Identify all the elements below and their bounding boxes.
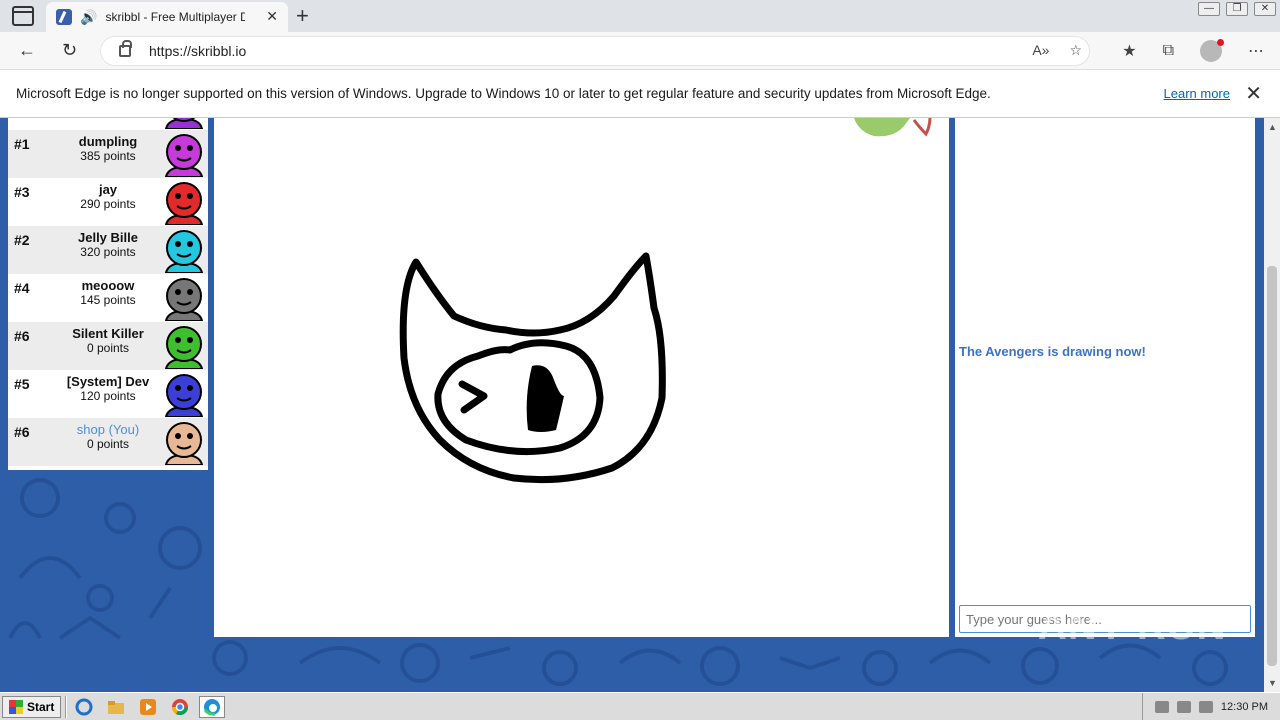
player-points: 0 points xyxy=(86,341,130,355)
watermark-logo: ANY RUN xyxy=(1038,604,1227,648)
volume-icon[interactable] xyxy=(1154,701,1169,713)
player-points: 145 points xyxy=(80,293,136,307)
player-points: 320 points xyxy=(80,245,136,259)
player-name: shop (You) xyxy=(76,422,140,437)
player-rank: #6 xyxy=(14,424,30,440)
tab-actions-icon[interactable] xyxy=(12,6,34,26)
player-row[interactable]: #2 Jelly Bille 320 points xyxy=(8,226,208,274)
explorer-folder-icon[interactable] xyxy=(103,696,129,718)
player-name: jay xyxy=(98,182,118,197)
windows-logo-icon xyxy=(9,699,23,714)
scroll-down-icon[interactable]: ▼ xyxy=(1268,678,1277,688)
drawing-stroke-wink xyxy=(458,380,488,414)
player-points: 0 points xyxy=(86,437,130,451)
unsupported-os-infobar: Microsoft Edge is no longer supported on… xyxy=(0,70,1280,118)
lock-icon[interactable] xyxy=(119,40,132,57)
profile-avatar[interactable] xyxy=(1200,39,1224,62)
restore-button[interactable]: ❐ xyxy=(1226,2,1248,16)
player-rank: #2 xyxy=(14,232,30,248)
player-avatar-icon xyxy=(164,118,204,129)
player-row[interactable]: #6 shop (You) 0 points xyxy=(8,418,208,466)
chrome-icon[interactable] xyxy=(167,696,193,718)
player-avatar-icon xyxy=(164,182,204,225)
player-rank: #3 xyxy=(14,184,30,200)
favorites-icon[interactable]: ★ xyxy=(1122,41,1136,61)
clock[interactable]: 12:30 PM xyxy=(1221,701,1268,713)
player-row[interactable]: #6 Silent Killer 0 points xyxy=(8,322,208,370)
url-bar[interactable]: https://skribbl.io xyxy=(100,36,1090,66)
player-avatar-icon xyxy=(164,278,204,321)
chat-message-drawing-now: The Avengers is drawing now! xyxy=(959,344,1146,359)
scrollbar-thumb[interactable] xyxy=(1267,266,1277,666)
player-name: Jelly Bille xyxy=(78,230,138,245)
add-favorite-icon[interactable]: ☆ xyxy=(1069,42,1082,59)
system-tray: 12:30 PM xyxy=(1141,693,1280,720)
tab-title: skribbl - Free Multiplayer Dr xyxy=(105,10,246,24)
start-button[interactable]: Start xyxy=(2,695,62,718)
refresh-icon[interactable]: ↻ xyxy=(62,40,77,61)
close-window-button[interactable]: ✕ xyxy=(1254,2,1276,16)
scroll-up-icon[interactable]: ▲ xyxy=(1268,122,1277,132)
player-row[interactable]: 0 points xyxy=(8,118,208,130)
player-rank: #1 xyxy=(14,136,30,152)
player-name: [System] Dev xyxy=(66,374,150,389)
window-controls: — ❐ ✕ xyxy=(1198,2,1276,16)
infobar-message: Microsoft Edge is no longer supported on… xyxy=(16,86,991,101)
speaker-icon[interactable]: 🔊 xyxy=(80,9,97,26)
minimize-button[interactable]: — xyxy=(1198,2,1220,16)
player-avatar-icon xyxy=(164,326,204,369)
player-name: meooow xyxy=(81,278,135,293)
player-rank: #4 xyxy=(14,280,30,296)
infobar-close-icon[interactable]: ✕ xyxy=(1245,81,1262,106)
new-tab-button[interactable]: + xyxy=(296,3,309,29)
close-tab-icon[interactable]: ✕ xyxy=(266,8,278,25)
start-label: Start xyxy=(27,699,55,714)
skribbl-favicon-icon xyxy=(56,9,72,25)
player-avatar-icon xyxy=(164,134,204,177)
collections-icon[interactable]: ⧉ xyxy=(1163,42,1174,60)
player-list: 0 points #1 dumpling385 points #3 jay290 poi… xyxy=(8,118,208,470)
player-name: dumpling xyxy=(78,134,138,149)
player-avatar-icon xyxy=(164,422,204,465)
drawing-canvas[interactable] xyxy=(214,117,949,637)
ie-icon[interactable] xyxy=(71,696,97,718)
drawing-red-scribble xyxy=(912,117,932,137)
url-text[interactable]: https://skribbl.io xyxy=(149,43,246,59)
media-player-icon[interactable] xyxy=(135,696,161,718)
page-scrollbar[interactable]: ▲ ▼ xyxy=(1264,118,1280,692)
address-toolbar: ← ↻ https://skribbl.io A» ☆ ★ ⧉ ⋯ xyxy=(0,32,1280,70)
player-points: 120 points xyxy=(80,389,136,403)
action-center-flag-icon[interactable] xyxy=(1198,701,1213,713)
drawing-green-blob xyxy=(854,118,910,137)
drawing-svg xyxy=(399,117,932,484)
player-points: 385 points xyxy=(80,149,136,163)
learn-more-link[interactable]: Learn more xyxy=(1164,86,1230,101)
player-row[interactable]: #1 dumpling 385 points xyxy=(8,130,208,178)
drawing-stroke-eye-outline xyxy=(434,339,604,456)
player-name: Silent Killer xyxy=(72,326,144,341)
chat-panel: The Avengers is drawing now! xyxy=(955,118,1255,637)
more-menu-icon[interactable]: ⋯ xyxy=(1248,41,1264,61)
browser-tab-bar: 🔊 skribbl - Free Multiplayer Dr ✕ + — ❐ … xyxy=(0,0,1280,32)
network-icon[interactable] xyxy=(1176,701,1191,713)
player-row[interactable]: #4 meooow 145 points xyxy=(8,274,208,322)
browser-tab[interactable]: 🔊 skribbl - Free Multiplayer Dr ✕ xyxy=(46,2,288,32)
windows-taskbar: Start 12:30 PM xyxy=(0,692,1280,720)
edge-icon[interactable] xyxy=(199,695,226,718)
player-rank: #5 xyxy=(14,376,30,392)
player-avatar-icon xyxy=(164,374,204,417)
read-aloud-icon[interactable]: A» xyxy=(1032,42,1049,59)
player-row[interactable]: #3 jay 290 points xyxy=(8,178,208,226)
player-avatar-icon xyxy=(164,230,204,273)
player-row[interactable]: #5 [System] Dev 120 points xyxy=(8,370,208,418)
player-rank: #6 xyxy=(14,328,30,344)
drawing-stroke-pupil xyxy=(526,365,564,432)
back-arrow-icon[interactable]: ← xyxy=(18,40,36,61)
player-points: 290 points xyxy=(80,197,136,211)
